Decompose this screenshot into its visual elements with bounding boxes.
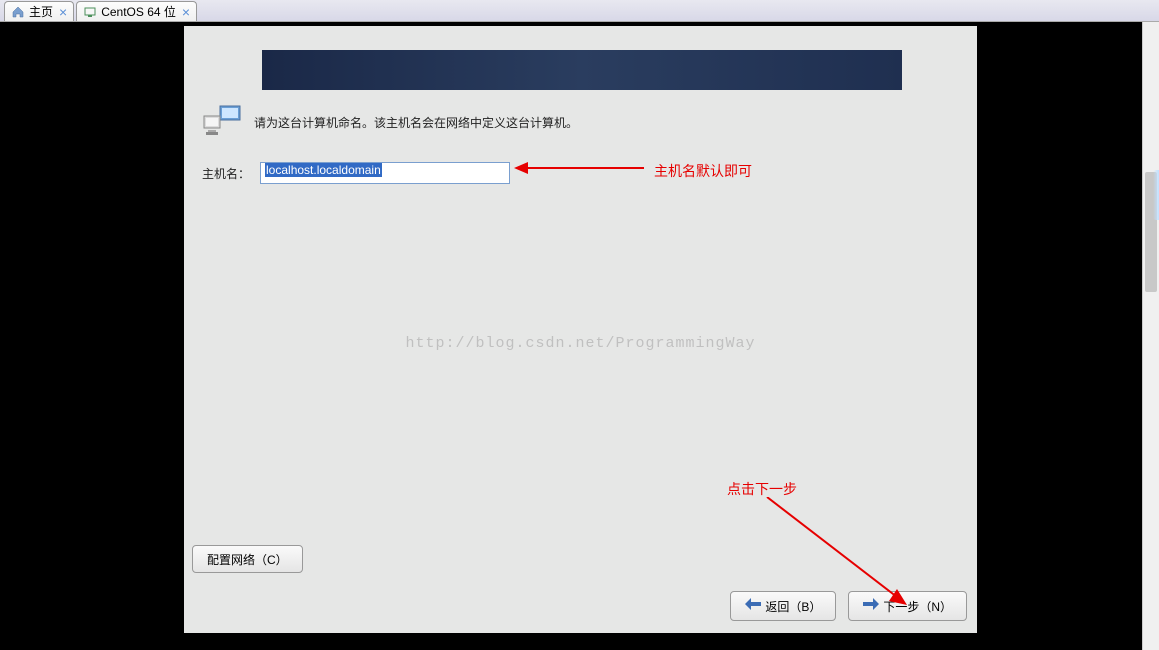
tab-home-label: 主页 [29,3,53,20]
next-button[interactable]: 下一步（N） [848,591,967,621]
scrollbar-vertical[interactable] [1142,22,1159,650]
back-button-label: 返回（B） [765,598,821,615]
side-handle-icon [1153,170,1159,220]
installer-window: 请为这台计算机命名。该主机名会在网络中定义这台计算机。 主机名： localho… [184,26,977,633]
intro-text: 请为这台计算机命名。该主机名会在网络中定义这台计算机。 [254,114,578,131]
hostname-row: 主机名： localhost.localdomain [202,162,959,184]
hostname-input[interactable]: localhost.localdomain [260,162,510,184]
vm-icon [83,5,97,19]
tab-home-close-icon[interactable]: × [59,5,67,19]
tab-centos-close-icon[interactable]: × [182,5,190,19]
back-button[interactable]: 返回（B） [730,591,836,621]
home-icon [11,5,25,19]
installer-content: 请为这台计算机命名。该主机名会在网络中定义这台计算机。 主机名： localho… [202,104,959,184]
vm-viewport: 请为这台计算机命名。该主机名会在网络中定义这台计算机。 主机名： localho… [0,22,1159,650]
tab-centos[interactable]: CentOS 64 位 × [76,1,197,21]
hostname-input-value: localhost.localdomain [265,163,382,177]
tab-bar: 主页 × CentOS 64 位 × [0,0,1159,22]
watermark-text: http://blog.csdn.net/ProgrammingWay [405,335,755,352]
intro-row: 请为这台计算机命名。该主机名会在网络中定义这台计算机。 [202,104,959,140]
arrow-left-icon [745,597,761,615]
configure-network-button[interactable]: 配置网络（C） [192,545,303,573]
configure-network-label: 配置网络（C） [207,553,288,567]
arrow-right-icon [863,597,879,615]
annotation-next-text: 点击下一步 [727,481,797,497]
next-button-label: 下一步（N） [883,598,952,615]
hostname-label: 主机名： [202,165,250,182]
nav-buttons: 返回（B） 下一步（N） [730,591,967,621]
computer-network-icon [202,104,244,140]
installer-header-bar [262,50,902,90]
tab-centos-label: CentOS 64 位 [101,3,176,20]
annotation-next: 点击下一步 [727,479,797,499]
tab-home[interactable]: 主页 × [4,1,74,21]
